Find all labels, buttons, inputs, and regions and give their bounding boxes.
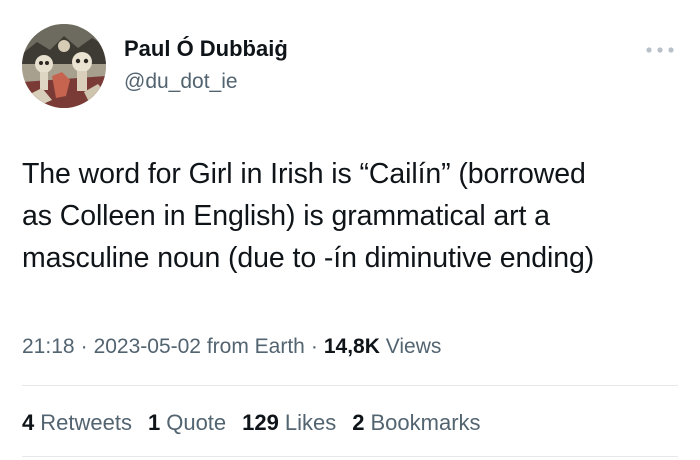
tweet-text-line: as Colleen in English) is grammatical ar… <box>22 200 550 232</box>
author-display-name[interactable]: Paul Ó Dubḃaiġ <box>124 35 288 63</box>
tweet-card: Paul Ó Dubḃaiġ @du_dot_ie The word for G… <box>0 0 700 460</box>
likes-label: Likes <box>284 410 337 435</box>
tweet-text: The word for Girl in Irish is “Cailín” (… <box>22 153 682 279</box>
views-label: Views <box>385 335 442 358</box>
retweets-stat[interactable]: 4 Retweets <box>22 408 132 438</box>
bookmarks-count: 2 <box>352 410 365 435</box>
quotes-label: Quote <box>166 410 227 435</box>
quotes-count: 1 <box>147 410 161 435</box>
retweets-label: Retweets <box>40 410 132 435</box>
divider <box>22 456 678 457</box>
views-count[interactable]: 14,8K <box>324 335 380 358</box>
tweet-source: from Earth <box>206 335 305 358</box>
tweet-time[interactable]: 21:18 <box>22 335 75 358</box>
more-options-button[interactable] <box>640 38 680 62</box>
likes-stat[interactable]: 129 Likes <box>242 408 336 438</box>
bookmarks-stat[interactable]: 2 Bookmarks <box>352 408 480 438</box>
tweet-date[interactable]: 2023-05-02 <box>94 335 201 358</box>
meta-separator: · <box>80 335 88 358</box>
retweets-count: 4 <box>22 410 35 435</box>
tweet-text-line: masculine noun (due to -ín diminutive en… <box>22 242 595 274</box>
author-handle[interactable]: @du_dot_ie <box>124 69 238 95</box>
bookmarks-label: Bookmarks <box>370 410 481 435</box>
likes-count: 129 <box>242 410 279 435</box>
quotes-stat[interactable]: 1 Quote <box>148 408 226 438</box>
engagement-stats: 4 Retweets 1 Quote 129 Likes 2 Bookmarks <box>22 408 481 438</box>
divider <box>22 385 678 386</box>
more-horizontal-icon <box>646 47 674 53</box>
tweet-meta: 21:18 · 2023-05-02 from Earth · 14,8K Views <box>22 333 441 361</box>
avatar[interactable] <box>22 24 106 108</box>
meta-separator: · <box>310 335 318 358</box>
skeleton-artwork-avatar-icon <box>22 24 106 108</box>
tweet-text-line: The word for Girl in Irish is “Cailín” (… <box>22 158 586 190</box>
